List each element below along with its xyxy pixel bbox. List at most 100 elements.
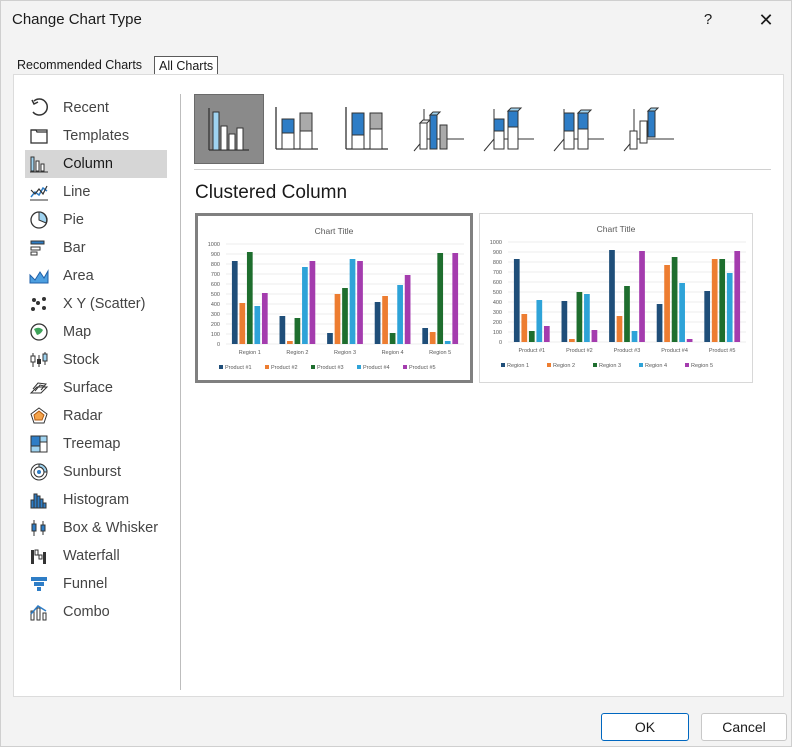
bar xyxy=(437,253,444,344)
y-tick-label: 100 xyxy=(493,330,502,336)
chart-type-label: Funnel xyxy=(63,576,108,592)
y-tick-label: 1000 xyxy=(490,240,502,246)
legend-swatch xyxy=(311,365,315,369)
bar xyxy=(261,293,268,344)
100-stacked-column-subtype[interactable] xyxy=(334,94,404,164)
legend-label: Product #4 xyxy=(363,365,390,371)
chart-type-treemap[interactable]: Treemap xyxy=(25,430,167,458)
column-chart-icon xyxy=(29,154,49,174)
legend-swatch xyxy=(265,365,269,369)
divider xyxy=(180,94,181,690)
chart-preview-1[interactable]: Chart Title 0 100 200 300 400 500 600 700 800 900 1… xyxy=(195,213,473,383)
chart-type-radar[interactable]: Radar xyxy=(25,402,167,430)
legend-label: Product #1 xyxy=(225,365,252,371)
chart-type-histogram[interactable]: Histogram xyxy=(25,486,167,514)
chart-type-label: Recent xyxy=(63,100,109,116)
3d-column-subtype[interactable] xyxy=(614,94,684,164)
x-tick-label: Region 5 xyxy=(429,350,451,356)
y-tick-label: 100 xyxy=(211,332,220,338)
chart-type-combo[interactable]: Combo xyxy=(25,598,167,626)
y-tick-label: 200 xyxy=(211,322,220,328)
y-tick-label: 0 xyxy=(499,340,502,346)
chart-type-label: Line xyxy=(63,184,91,200)
chart-type-surface[interactable]: Surface xyxy=(25,374,167,402)
y-tick-label: 600 xyxy=(493,280,502,286)
chart-type-label: Sunburst xyxy=(63,464,122,480)
bar xyxy=(302,267,308,344)
bar xyxy=(231,261,238,344)
line-chart-icon xyxy=(29,182,49,202)
y-tick-label: 800 xyxy=(493,260,502,266)
bar xyxy=(726,273,733,342)
clustered-column-subtype[interactable] xyxy=(194,94,264,164)
chart-type-waterfall[interactable]: Waterfall xyxy=(25,542,167,570)
3d-stacked-column-icon xyxy=(483,107,534,152)
y-tick-label: 1000 xyxy=(208,242,220,248)
chart-type-label: Radar xyxy=(63,408,103,424)
chart-type-label: Box & Whisker xyxy=(63,520,159,536)
bar xyxy=(254,306,261,344)
bar xyxy=(734,251,741,342)
bar xyxy=(543,326,550,342)
stock-chart-icon xyxy=(29,350,49,370)
x-tick-label: Product #1 xyxy=(518,348,545,354)
legend-swatch xyxy=(403,365,407,369)
chart-type-map[interactable]: Map xyxy=(25,318,167,346)
chart-type-bar[interactable]: Bar xyxy=(25,234,167,262)
ok-button[interactable]: OK xyxy=(601,713,689,741)
bar xyxy=(309,261,316,344)
chart-type-column[interactable]: Column xyxy=(25,150,167,178)
legend-swatch xyxy=(501,363,505,367)
chart-type-pie[interactable]: Pie xyxy=(25,206,167,234)
chart-subtype-gallery xyxy=(194,94,684,164)
chart-type-funnel[interactable]: Funnel xyxy=(25,570,167,598)
3d-stacked-column-subtype[interactable] xyxy=(474,94,544,164)
chart-title: Chart Title xyxy=(597,224,636,234)
3d-clustered-column-subtype[interactable] xyxy=(404,94,474,164)
bar xyxy=(246,252,253,344)
bar xyxy=(609,250,615,342)
change-chart-type-dialog: Change Chart Type ? ✕ Recommended Charts… xyxy=(0,0,792,747)
bar xyxy=(397,285,403,344)
bar xyxy=(536,300,543,342)
dialog-title: Change Chart Type xyxy=(12,11,142,28)
chart-preview-1-svg: Chart Title 0 100 200 300 400 500 600 700 800 900 1… xyxy=(208,226,464,371)
legend-label: Product #3 xyxy=(317,365,344,371)
help-button[interactable]: ? xyxy=(691,5,725,35)
surface-chart-icon xyxy=(29,378,49,398)
3d-column-icon xyxy=(623,107,674,152)
cancel-button[interactable]: Cancel xyxy=(701,713,787,741)
bar xyxy=(639,251,645,342)
3d-100-stacked-column-icon xyxy=(553,109,604,152)
bar xyxy=(382,296,388,344)
chart-type-line[interactable]: Line xyxy=(25,178,167,206)
bar xyxy=(656,304,663,342)
tab-all-charts[interactable]: All Charts xyxy=(154,56,219,75)
chart-type-label: Map xyxy=(63,324,92,340)
chart-type-stock[interactable]: Stock xyxy=(25,346,167,374)
box-whisker-chart-icon xyxy=(29,518,49,538)
chart-preview-2[interactable]: Chart Title 0 100 200 300 400 500 600 700 800 900 1… xyxy=(479,213,753,383)
legend-label: Region 1 xyxy=(507,363,529,369)
bar xyxy=(279,316,286,344)
y-tick-label: 600 xyxy=(211,282,220,288)
tab-recommended-charts[interactable]: Recommended Charts xyxy=(13,56,146,75)
chart-type-templates[interactable]: Templates xyxy=(25,122,167,150)
y-tick-label: 0 xyxy=(217,342,220,348)
y-tick-label: 900 xyxy=(211,252,220,258)
close-button[interactable]: ✕ xyxy=(746,5,786,35)
bar-chart-icon xyxy=(29,238,49,258)
chart-type-recent[interactable]: Recent xyxy=(25,94,167,122)
x-tick-label: Product #3 xyxy=(614,348,641,354)
y-tick-label: 900 xyxy=(493,250,502,256)
chart-type-area[interactable]: Area xyxy=(25,262,167,290)
chart-type-box-whisker[interactable]: Box & Whisker xyxy=(25,514,167,542)
chart-type-x-y-scatter[interactable]: X Y (Scatter) xyxy=(25,290,167,318)
chart-type-label: Column xyxy=(63,156,113,172)
stacked-column-subtype[interactable] xyxy=(264,94,334,164)
chart-type-sunburst[interactable]: Sunburst xyxy=(25,458,167,486)
3d-100-stacked-column-subtype[interactable] xyxy=(544,94,614,164)
recent-icon xyxy=(29,98,49,118)
bar xyxy=(569,339,575,342)
bar xyxy=(342,288,348,344)
